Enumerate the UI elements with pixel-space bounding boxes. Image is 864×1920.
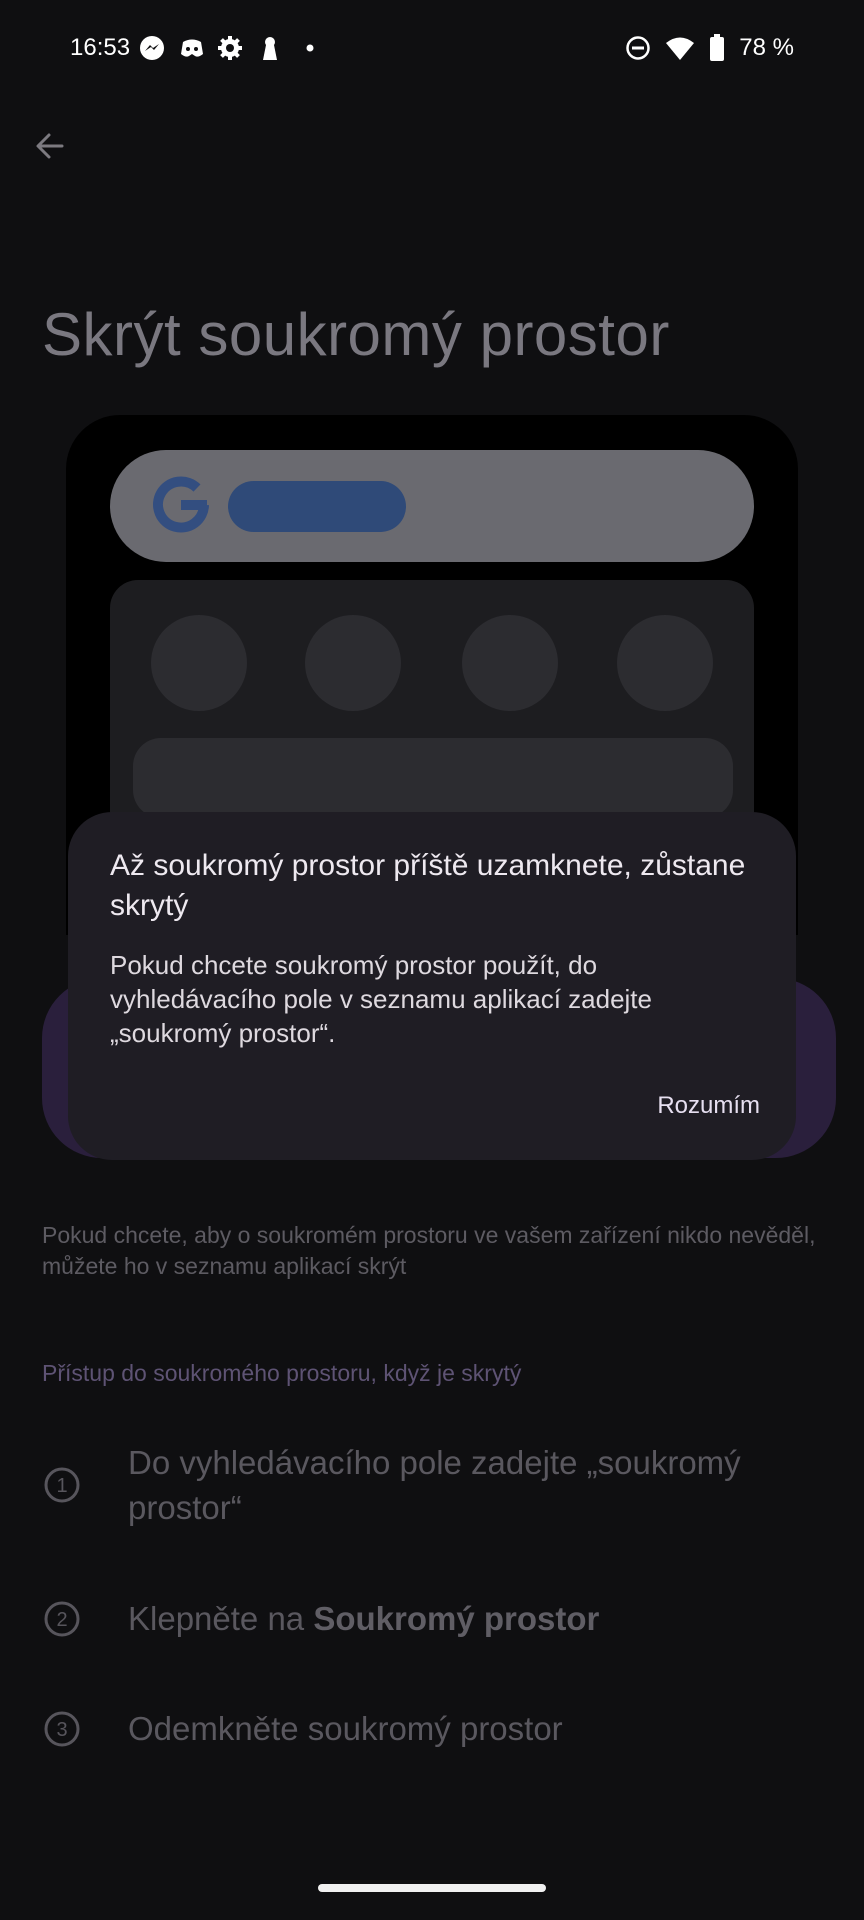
settings-gear-icon	[218, 36, 242, 60]
wifi-icon	[666, 37, 695, 60]
page-title: Skrýt soukromý prostor	[42, 301, 670, 368]
step-1-number: 1	[56, 1475, 67, 1497]
step-2-text: Klepněte na Soukromý prostor	[128, 1596, 828, 1641]
messenger-icon	[140, 36, 164, 60]
illustration-app-icon	[151, 615, 247, 711]
illustration-app-icon	[462, 615, 558, 711]
dialog-body: Pokud chcete soukromý prostor použít, do…	[110, 950, 652, 1048]
step-3-icon: 3	[44, 1711, 80, 1747]
step-3-number: 3	[56, 1719, 67, 1741]
step-1-text: Do vyhledávacího pole zadejte „soukromý …	[128, 1444, 741, 1526]
status-time: 16:53	[70, 34, 131, 61]
dot-icon	[306, 44, 314, 52]
google-g-icon	[153, 476, 209, 533]
dialog-confirm-button[interactable]: Rozumím	[630, 1086, 760, 1126]
illustration-app-icon	[617, 615, 713, 711]
illustration-app-bar	[133, 738, 733, 818]
illustration-search-bar-fill	[228, 481, 406, 532]
status-right: 78 %	[625, 34, 794, 62]
battery-icon	[710, 34, 725, 61]
back-arrow-icon[interactable]	[30, 126, 70, 166]
step-2-icon: 2	[44, 1601, 80, 1637]
illustration-app-icon	[305, 615, 401, 711]
step-2-number: 2	[56, 1609, 67, 1631]
discord-icon	[181, 39, 203, 57]
home-indicator[interactable]	[318, 1884, 546, 1892]
step-1-icon: 1	[44, 1467, 80, 1503]
status-bar: 16:53 78 %	[0, 0, 864, 100]
dialog-title: Až soukromý prostor příště uzamknete, zů…	[110, 849, 746, 922]
keyhole-icon	[263, 37, 277, 60]
section-heading: Přístup do soukromého prostoru, když je …	[42, 1360, 522, 1386]
step-2-text-plain: Klepněte na	[128, 1600, 314, 1637]
page-description: Pokud chcete, aby o soukromém prostoru v…	[42, 1222, 816, 1279]
step-2-text-bold: Soukromý prostor	[313, 1600, 600, 1637]
do-not-disturb-icon	[626, 36, 651, 60]
battery-percentage: 78 %	[739, 34, 794, 61]
step-3-text: Odemkněte soukromý prostor	[128, 1710, 563, 1747]
